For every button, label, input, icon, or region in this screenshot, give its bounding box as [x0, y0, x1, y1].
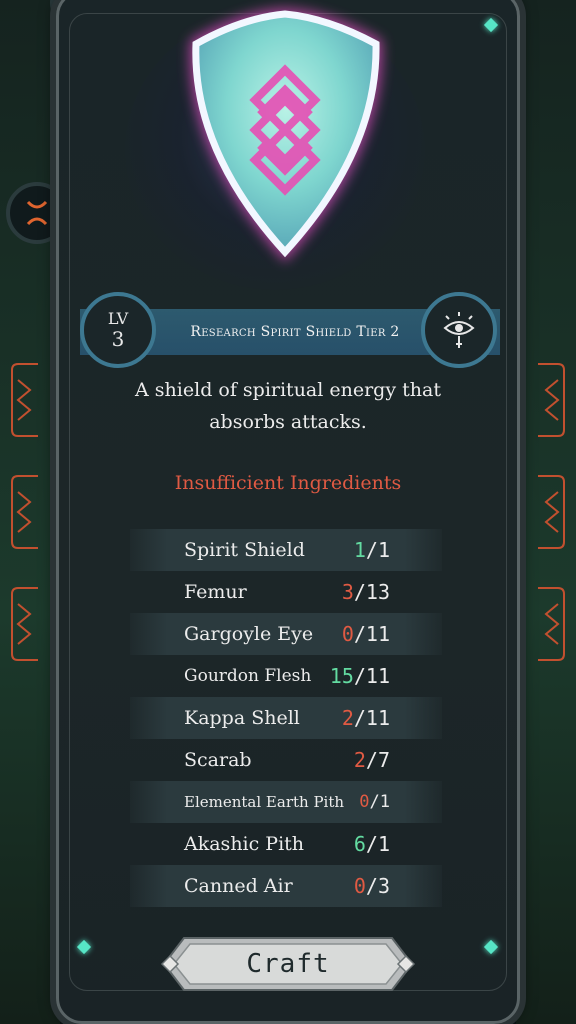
ornament-icon — [534, 584, 568, 664]
ingredient-row: Gourdon Flesh 15/11 — [130, 655, 442, 697]
recipe-description: A shield of spiritual energy that absorb… — [135, 379, 441, 433]
ingredient-count: 15/11 — [329, 664, 390, 688]
level-value: 3 — [111, 327, 125, 351]
ingredient-count: 2/7 — [353, 748, 390, 772]
ingredient-row: Scarab 2/7 — [130, 739, 442, 781]
ingredient-count: 2/11 — [341, 706, 390, 730]
ornament-icon — [534, 472, 568, 552]
ingredient-row: Elemental Earth Pith 0/1 — [130, 781, 442, 823]
spirit-shield-icon — [189, 8, 383, 262]
ornament-icon — [8, 584, 42, 664]
ingredient-row: Femur 3/13 — [130, 571, 442, 613]
ingredient-list: Spirit Shield 1/1 Femur 3/13 Gargoyle Ey… — [130, 529, 442, 907]
ingredient-count: 1/1 — [353, 538, 390, 562]
ingredient-count: 6/1 — [353, 832, 390, 856]
ingredient-name: Akashic Pith — [184, 833, 305, 855]
ornament-icon — [8, 360, 42, 440]
ingredient-name: Spirit Shield — [184, 539, 305, 561]
recipe-title: Research Spirit Shield Tier 2 — [190, 324, 400, 340]
category-badge[interactable] — [421, 292, 497, 368]
ingredient-row: Canned Air 0/3 — [130, 865, 442, 907]
eye-icon — [443, 312, 475, 348]
ingredient-row: Spirit Shield 1/1 — [130, 529, 442, 571]
level-label: LV — [107, 309, 129, 328]
ingredient-name: Femur — [184, 581, 247, 603]
ingredient-count: 0/11 — [341, 622, 390, 646]
ingredient-name: Gourdon Flesh — [184, 666, 312, 686]
ingredient-name: Scarab — [184, 749, 252, 771]
ornament-icon — [8, 472, 42, 552]
ornament-icon — [534, 360, 568, 440]
ingredient-row: Kappa Shell 2/11 — [130, 697, 442, 739]
ingredient-name: Gargoyle Eye — [184, 623, 314, 645]
ingredient-row: Akashic Pith 6/1 — [130, 823, 442, 865]
ingredient-row: Gargoyle Eye 0/11 — [130, 613, 442, 655]
ingredient-count: 0/1 — [359, 792, 390, 812]
ingredient-status: Insufficient Ingredients — [174, 472, 402, 494]
ingredient-count: 0/3 — [353, 874, 390, 898]
ingredient-name: Elemental Earth Pith — [184, 793, 345, 811]
ingredient-count: 3/13 — [341, 580, 390, 604]
ingredient-name: Canned Air — [184, 875, 293, 897]
level-badge: LV 3 — [80, 292, 156, 368]
craft-button[interactable]: Craft — [160, 934, 416, 994]
craft-button-label: Craft — [246, 949, 330, 979]
ingredient-name: Kappa Shell — [184, 707, 300, 729]
